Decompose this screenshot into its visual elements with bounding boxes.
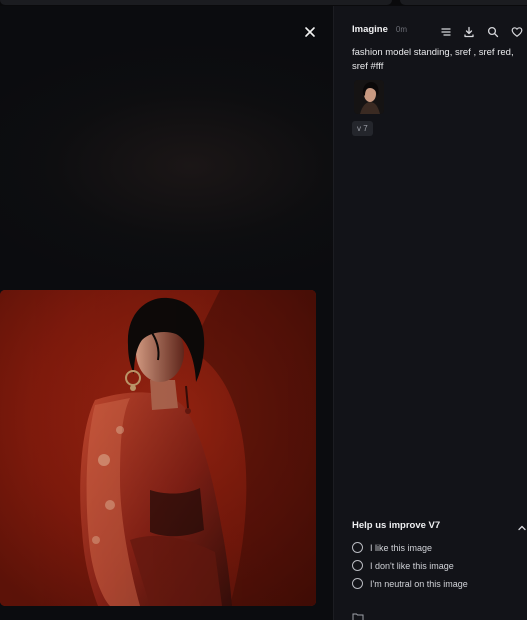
sliders-icon	[441, 28, 451, 36]
feedback-option-label: I don't like this image	[370, 560, 454, 571]
feedback-section: Help us improve V7 I like this image I d…	[352, 519, 527, 589]
feedback-option-dislike[interactable]: I don't like this image	[352, 560, 454, 571]
image-viewer	[0, 6, 333, 620]
feedback-option-like[interactable]: I like this image	[352, 542, 432, 553]
reference-image	[354, 80, 384, 114]
app-root: Imagine 0m fashion model standing, sref …	[0, 0, 527, 620]
feedback-option-label: I'm neutral on this image	[370, 578, 468, 589]
radio-button[interactable]	[352, 578, 363, 589]
radio-button[interactable]	[352, 560, 363, 571]
close-button[interactable]	[300, 22, 320, 42]
timestamp: 0m	[395, 25, 408, 34]
style-reference-thumbnail[interactable]	[354, 80, 384, 114]
sliders-button[interactable]	[439, 25, 453, 39]
panel-header: Imagine 0m	[352, 24, 407, 38]
chevron-up-icon	[518, 525, 526, 531]
download-icon	[464, 26, 474, 38]
generated-image[interactable]	[0, 290, 316, 606]
heart-icon	[511, 27, 523, 37]
feedback-option-label: I like this image	[370, 542, 433, 553]
radio-button[interactable]	[352, 542, 363, 553]
search-button[interactable]	[486, 25, 500, 39]
like-button[interactable]	[510, 25, 524, 39]
blurred-background	[0, 46, 333, 286]
feedback-option-neutral[interactable]: I'm neutral on this image	[352, 578, 468, 589]
folder-icon[interactable]	[352, 612, 364, 620]
top-tab	[0, 0, 392, 5]
feedback-title: Help us improve V7	[352, 520, 441, 531]
search-icon	[487, 26, 499, 38]
download-button[interactable]	[462, 25, 476, 39]
collapse-feedback-button[interactable]	[516, 519, 527, 531]
top-tab	[400, 0, 527, 5]
version-badge: v 7	[352, 121, 373, 136]
details-panel: Imagine 0m fashion model standing, sref …	[333, 6, 527, 620]
close-icon	[305, 27, 315, 37]
prompt-text[interactable]: fashion model standing, sref , sref red,…	[352, 46, 522, 74]
fashion-model-image	[0, 290, 316, 606]
panel-title: Imagine	[352, 24, 388, 35]
